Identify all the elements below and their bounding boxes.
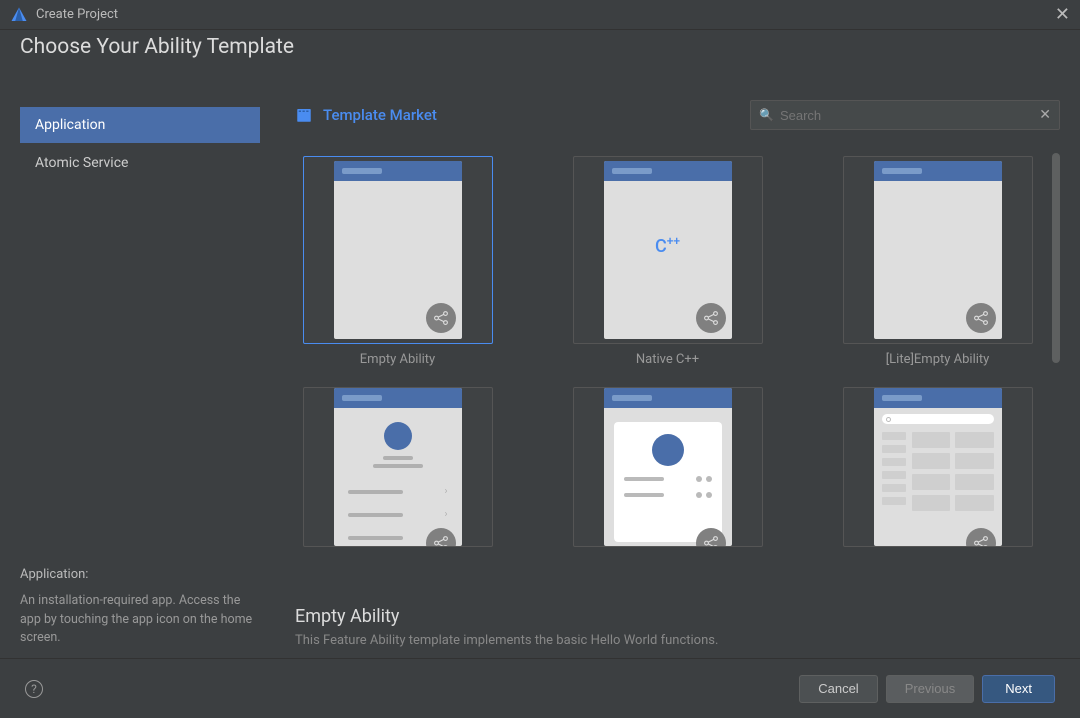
detail-desc: This Feature Ability template implements… <box>295 633 1060 648</box>
share-icon <box>696 303 726 333</box>
template-label: Native C++ <box>636 352 699 367</box>
close-icon[interactable]: ✕ <box>1055 4 1070 25</box>
template-card-about[interactable]: › › › <box>295 387 500 547</box>
sidebar: Application Atomic Service Application: … <box>0 97 280 658</box>
previous-button[interactable]: Previous <box>886 675 975 703</box>
template-card-category[interactable] <box>565 387 770 547</box>
search-box[interactable]: 🔍 ✕ <box>750 100 1060 130</box>
template-card-empty-ability[interactable]: Empty Ability <box>295 156 500 367</box>
footer: ? Cancel Previous Next <box>0 658 1080 718</box>
sidebar-item-label: Atomic Service <box>35 155 128 171</box>
sidebar-item-atomic-service[interactable]: Atomic Service <box>20 145 260 181</box>
template-market-link[interactable]: Template Market <box>323 106 750 124</box>
share-icon <box>966 528 996 546</box>
template-label: Empty Ability <box>360 352 435 367</box>
market-icon <box>295 106 313 124</box>
sidebar-info-title: Application: <box>20 567 260 582</box>
next-button[interactable]: Next <box>982 675 1055 703</box>
sidebar-item-application[interactable]: Application <box>20 107 260 143</box>
sidebar-info-desc: An installation-required app. Access the… <box>20 592 260 648</box>
page-heading: Choose Your Ability Template <box>20 35 1080 59</box>
template-card-lite-empty-ability[interactable]: [Lite]Empty Ability <box>835 156 1040 367</box>
templates-grid: Empty Ability C++ Native C++ <box>295 153 1060 547</box>
search-clear-icon[interactable]: ✕ <box>1039 107 1051 123</box>
templates-scrollbar[interactable] <box>1052 153 1060 363</box>
template-card-native-cpp[interactable]: C++ Native C++ <box>565 156 770 367</box>
sidebar-item-label: Application <box>35 117 105 133</box>
app-logo-icon <box>10 6 28 24</box>
template-label: [Lite]Empty Ability <box>886 352 990 367</box>
search-input[interactable] <box>780 108 1039 123</box>
share-icon <box>426 303 456 333</box>
help-icon[interactable]: ? <box>25 680 43 698</box>
cancel-button[interactable]: Cancel <box>799 675 877 703</box>
template-card-dashboard[interactable] <box>835 387 1040 547</box>
titlebar: Create Project ✕ <box>0 0 1080 30</box>
share-icon <box>966 303 996 333</box>
search-icon: 🔍 <box>759 108 774 122</box>
window-title: Create Project <box>36 7 1055 22</box>
detail-title: Empty Ability <box>295 606 1060 627</box>
cpp-icon: C++ <box>655 234 680 257</box>
